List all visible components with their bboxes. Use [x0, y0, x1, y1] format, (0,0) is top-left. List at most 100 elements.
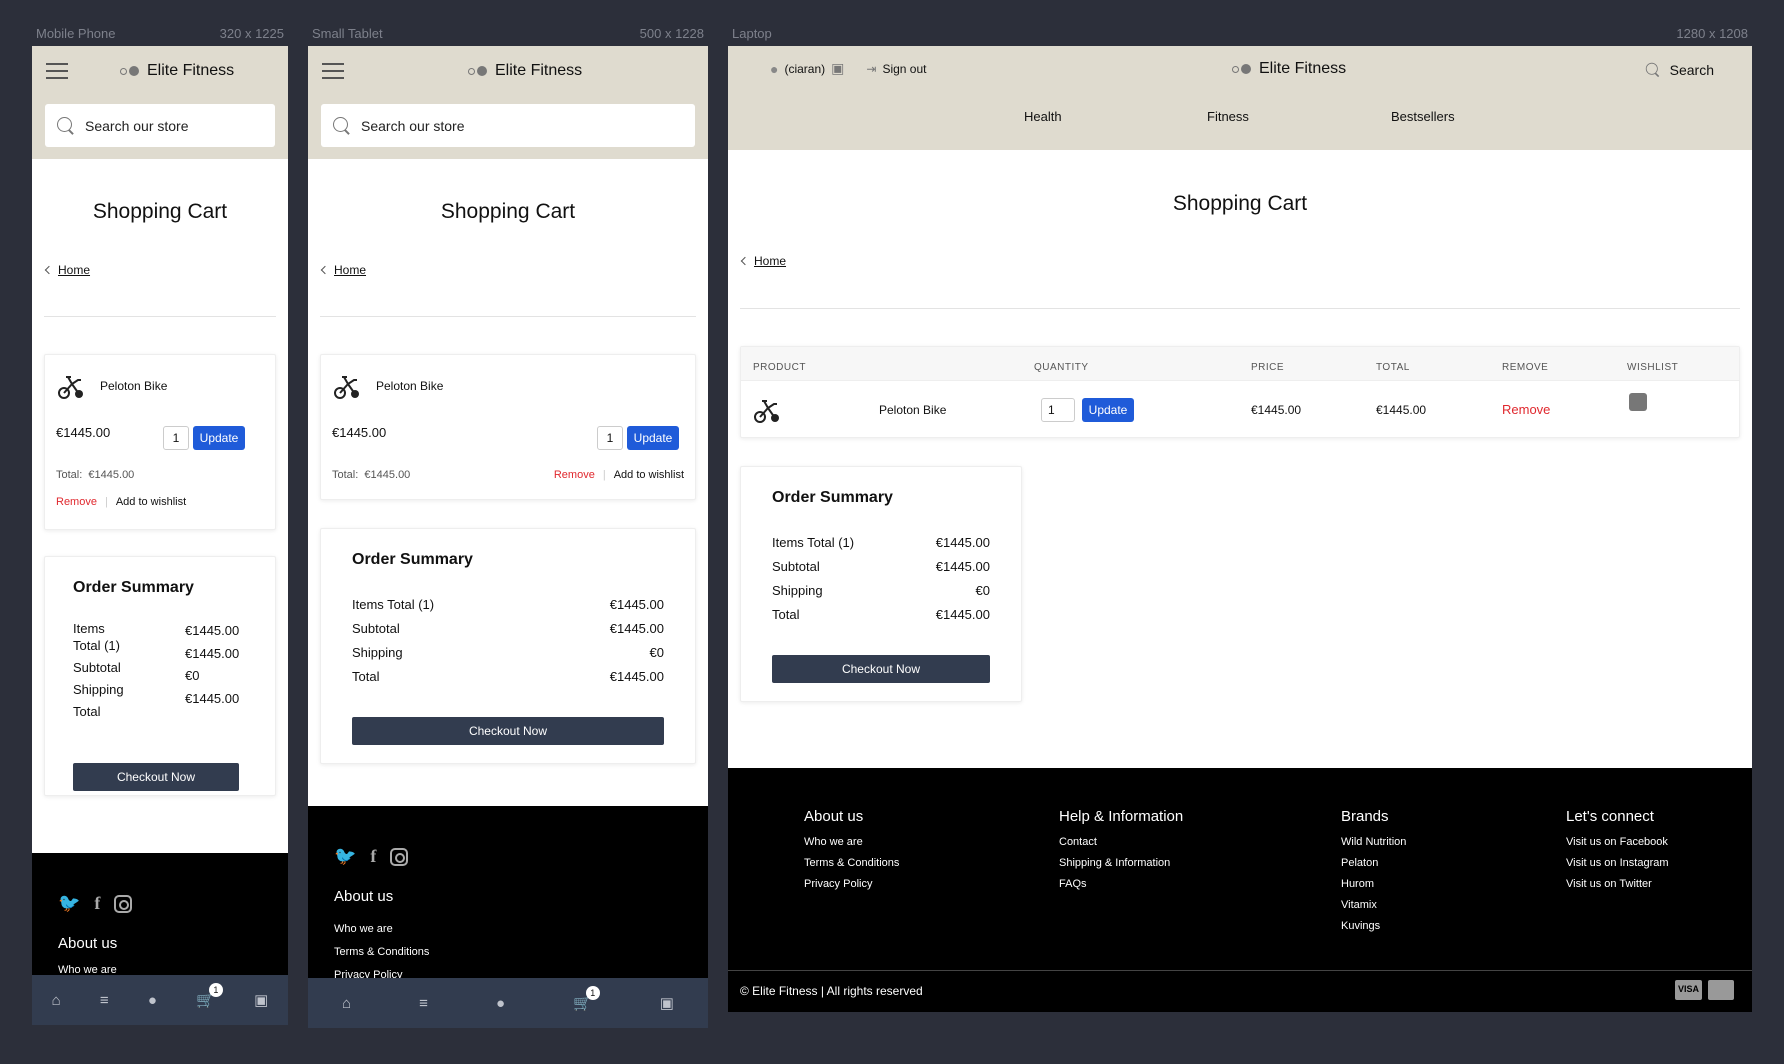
frame-size-tablet: 500 x 1228	[639, 26, 704, 41]
brand-logo[interactable]: Elite Fitness	[120, 62, 234, 80]
items-label: Items	[73, 621, 105, 636]
frame-label-laptop: Laptop	[732, 26, 772, 41]
footer-link-terms[interactable]: Terms & Conditions	[804, 857, 899, 869]
hamburger-icon[interactable]	[46, 63, 68, 79]
chevron-left-icon	[44, 265, 54, 275]
breadcrumb-home-link[interactable]: Home	[334, 263, 366, 277]
nav-item-bestsellers[interactable]: Bestsellers	[1391, 109, 1455, 124]
chevron-left-icon	[740, 256, 750, 266]
footer-link-shipping[interactable]: Shipping & Information	[1059, 857, 1183, 869]
hamburger-icon[interactable]	[322, 63, 344, 79]
remove-link[interactable]: Remove	[1502, 402, 1550, 417]
search-nav-icon[interactable]: ≡	[100, 992, 109, 1009]
footer-divider	[728, 970, 1752, 971]
search-icon	[1645, 62, 1659, 77]
facebook-icon[interactable]: f	[370, 846, 376, 867]
add-to-wishlist-link[interactable]: Add to wishlist	[614, 469, 684, 481]
checkout-button[interactable]: Checkout Now	[772, 655, 990, 683]
divider	[320, 316, 696, 317]
nav-item-health[interactable]: Health	[1024, 109, 1062, 124]
page-title: Shopping Cart	[440, 200, 576, 223]
footer-link-instagram[interactable]: Visit us on Instagram	[1566, 857, 1669, 869]
footer-link-vitamix[interactable]: Vitamix	[1341, 899, 1406, 911]
footer-about-title: About us	[334, 888, 394, 905]
item-actions: Remove | Add to wishlist	[554, 469, 684, 481]
product-name: Peloton Bike	[879, 403, 947, 417]
twitter-icon[interactable]: 🐦	[334, 846, 356, 867]
page-title: Shopping Cart	[1172, 192, 1308, 215]
quantity-input[interactable]: 1	[597, 426, 623, 450]
add-to-wishlist-link[interactable]: Add to wishlist	[116, 496, 186, 508]
footer-help-title: Help & Information	[1059, 808, 1184, 825]
sign-out-link[interactable]: Sign out	[882, 62, 926, 76]
facebook-icon[interactable]: f	[94, 893, 100, 914]
footer-link-wild-nutrition[interactable]: Wild Nutrition	[1341, 836, 1406, 848]
footer-link-who-we-are[interactable]: Who we are	[804, 836, 899, 848]
cart-item-card: Peloton Bike €1445.00 1 Update Total: €1…	[320, 354, 696, 500]
items-total-row: Items Total (1) €1445.00	[772, 535, 990, 550]
remove-link[interactable]: Remove	[554, 469, 595, 481]
divider	[740, 308, 1740, 309]
nav-item-fitness[interactable]: Fitness	[1207, 109, 1249, 124]
bottom-nav: ⌂ ≡ ● 🛒 1 ▣	[308, 978, 708, 1028]
home-icon[interactable]: ⌂	[342, 995, 351, 1012]
quantity-input[interactable]: 1	[163, 426, 189, 450]
footer-link-facebook[interactable]: Visit us on Facebook	[1566, 836, 1669, 848]
footer-connect-title: Let's connect	[1566, 808, 1654, 825]
breadcrumb: Home	[320, 263, 366, 277]
th-total: TOTAL	[1376, 362, 1410, 373]
user-icon[interactable]: ●	[496, 995, 505, 1012]
cart-icon[interactable]: 🛒 1	[573, 986, 600, 1012]
remove-link[interactable]: Remove	[56, 496, 97, 508]
search-input[interactable]: Search our store	[321, 104, 695, 147]
brand-logo[interactable]: Elite Fitness	[1232, 60, 1346, 78]
footer-brands-title: Brands	[1341, 808, 1389, 825]
search-placeholder: Search our store	[361, 117, 465, 134]
update-button[interactable]: Update	[627, 426, 679, 450]
footer-link-terms[interactable]: Terms & Conditions	[334, 941, 429, 964]
bag-icon[interactable]: ▣	[254, 991, 268, 1009]
user-icon[interactable]: ●	[148, 992, 157, 1009]
brand-logo[interactable]: Elite Fitness	[468, 62, 582, 80]
header: ● (ciaran) ▣ ⇥ Sign out Elite Fitness Se…	[728, 46, 1752, 150]
search-input[interactable]: Search our store	[45, 104, 275, 147]
product-price: €1445.00	[56, 425, 111, 440]
items-total-value: €1445.00	[185, 623, 240, 638]
summary-values: €1445.00 €1445.00 €0 €1445.00	[185, 620, 239, 710]
footer-col-help: Help & Information Contact Shipping & In…	[1059, 808, 1183, 899]
breadcrumb-home-link[interactable]: Home	[58, 263, 90, 277]
username[interactable]: (ciaran)	[784, 62, 825, 76]
footer-link-contact[interactable]: Contact	[1059, 836, 1183, 848]
home-icon[interactable]: ⌂	[52, 992, 61, 1009]
checkout-button[interactable]: Checkout Now	[73, 763, 239, 791]
breadcrumb-home-link[interactable]: Home	[754, 254, 786, 268]
footer-link-pelaton[interactable]: Pelaton	[1341, 857, 1406, 869]
search-nav-icon[interactable]: ≡	[419, 995, 428, 1012]
header-search[interactable]: Search	[1644, 61, 1714, 79]
brand-name: Elite Fitness	[147, 62, 235, 79]
instagram-icon[interactable]	[390, 847, 409, 866]
update-button[interactable]: Update	[193, 426, 245, 450]
logo-icon	[1232, 64, 1251, 74]
footer-link-faqs[interactable]: FAQs	[1059, 878, 1183, 890]
order-summary-card: Order Summary Items Total (1) €1445.00 Su…	[320, 528, 696, 764]
quantity-input[interactable]: 1	[1041, 398, 1075, 422]
order-summary-title: Order Summary	[352, 551, 473, 568]
twitter-icon[interactable]: 🐦	[58, 893, 80, 914]
footer-link-twitter[interactable]: Visit us on Twitter	[1566, 878, 1669, 890]
bag-icon[interactable]: ▣	[831, 60, 844, 77]
wishlist-bag-icon[interactable]	[1629, 393, 1647, 411]
update-button[interactable]: Update	[1082, 398, 1134, 422]
instagram-icon[interactable]	[114, 894, 133, 913]
page-title: Shopping Cart	[92, 200, 228, 223]
checkout-button[interactable]: Checkout Now	[352, 717, 664, 745]
bag-icon[interactable]: ▣	[660, 994, 674, 1012]
footer-link-who-we-are[interactable]: Who we are	[334, 918, 429, 941]
summary-labels: Items Total (1) Subtotal Shipping Total	[73, 620, 124, 720]
cart-icon[interactable]: 🛒 1	[196, 983, 223, 1009]
footer-link-hurom[interactable]: Hurom	[1341, 878, 1406, 890]
product-price: €1445.00	[332, 425, 387, 440]
footer-link-kuvings[interactable]: Kuvings	[1341, 920, 1406, 932]
footer-link-privacy[interactable]: Privacy Policy	[804, 878, 899, 890]
summary-rows: Items Total (1) €1445.00 Subtotal €1445.00…	[352, 597, 664, 684]
